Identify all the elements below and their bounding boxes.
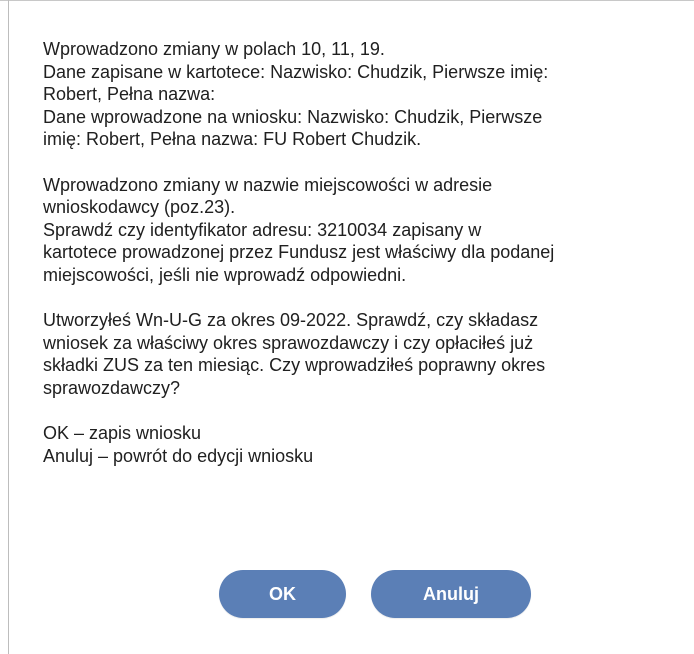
message-line: Dane wprowadzone na wniosku: Nazwisko: C… [43,106,543,127]
message-paragraph-address-changed: Wprowadzono zmiany w nazwie miejscowości… [43,174,673,287]
message-line: Anuluj – powrót do edycji wniosku [43,445,314,466]
confirmation-dialog: Wprowadzono zmiany w polach 10, 11, 19. … [0,0,694,654]
message-line: Sprawdź czy identyfikator adresu: 321003… [43,219,482,240]
dialog-left-border [8,0,9,654]
message-paragraph-period-check: Utworzyłeś Wn-U-G za okres 09-2022. Spra… [43,309,673,399]
message-paragraph-fields-changed: Wprowadzono zmiany w polach 10, 11, 19. … [43,38,673,151]
message-line: Wprowadzono zmiany w polach 10, 11, 19. [43,39,385,59]
dialog-top-border [0,0,694,1]
dialog-button-bar: OK Anuluj [0,570,694,618]
message-line: Wprowadzono zmiany w nazwie miejscowości… [43,174,493,195]
message-line: składki ZUS za ten miesiąc. Czy wprowadz… [43,355,546,376]
message-line: OK – zapis wniosku [43,423,202,444]
message-line: Dane zapisane w kartotece: Nazwisko: Chu… [43,61,549,82]
message-line: sprawozdawczy? [43,377,181,398]
message-paragraph-button-legend: OK – zapis wniosku Anuluj – powrót do ed… [43,422,673,467]
message-line: wniosek za właściwy okres sprawozdawczy … [43,332,534,353]
message-line: miejscowości, jeśli nie wprowadź odpowie… [43,264,407,285]
ok-button[interactable]: OK [219,570,346,618]
dialog-message: Wprowadzono zmiany w polach 10, 11, 19. … [43,38,673,467]
message-line: imię: Robert, Pełna nazwa: FU Robert Chu… [43,129,422,150]
message-line: kartotece prowadzonej przez Fundusz jest… [43,242,555,263]
message-line: Utworzyłeś Wn-U-G za okres 09-2022. Spra… [43,310,539,331]
cancel-button[interactable]: Anuluj [371,570,531,618]
message-line: Robert, Pełna nazwa: [43,84,216,105]
message-line: wnioskodawcy (poz.23). [43,197,236,218]
